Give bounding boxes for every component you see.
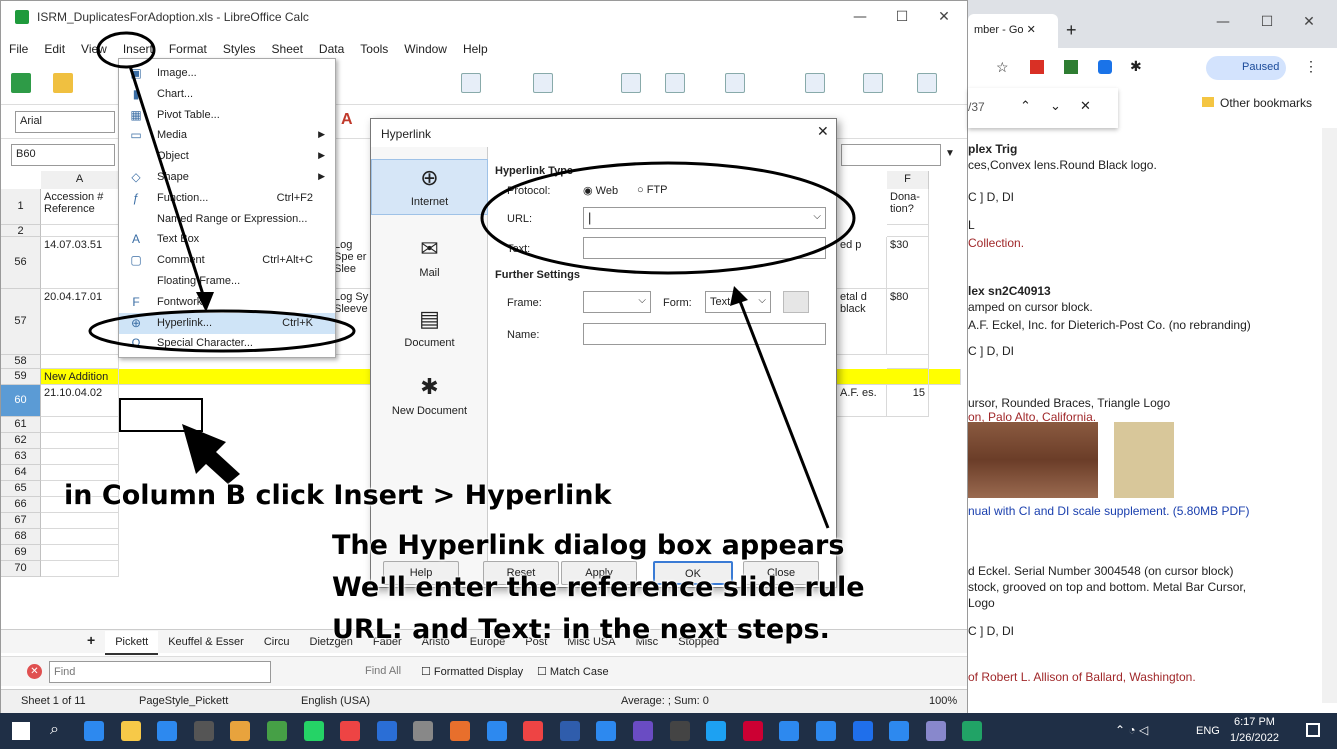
taskbar-app-icon[interactable]	[779, 721, 800, 741]
clock-time[interactable]: 6:17 PM	[1234, 716, 1275, 728]
taskbar-app-icon[interactable]	[962, 721, 983, 741]
taskbar-app-icon[interactable]	[706, 721, 727, 741]
taskbar-app-icon[interactable]	[486, 721, 507, 741]
taskbar-app-icon[interactable]	[230, 721, 251, 741]
taskbar-app-icon[interactable]	[925, 721, 946, 741]
network-icon[interactable]: ⌃ ◔ ◁	[1115, 723, 1148, 737]
clock-date[interactable]: 1/26/2022	[1230, 732, 1279, 744]
input-language[interactable]: ENG	[1196, 725, 1220, 737]
taskbar-app-icon[interactable]	[669, 721, 690, 741]
taskbar-app-icon[interactable]	[742, 721, 763, 741]
cell-arrow	[182, 424, 240, 484]
taskbar-app-icon[interactable]	[523, 721, 544, 741]
taskbar-app-icon[interactable]	[596, 721, 617, 741]
selected-cell-b60	[119, 398, 203, 432]
taskbar-app-icon[interactable]	[413, 721, 434, 741]
insert-arrow-head	[196, 292, 214, 312]
dialog-arrow-head	[730, 286, 748, 306]
url-text-highlight-ring	[480, 161, 856, 275]
taskbar-app-icon[interactable]	[559, 721, 580, 741]
notification-icon[interactable]	[1306, 723, 1320, 737]
taskbar-app-icon[interactable]	[889, 721, 910, 741]
insert-highlight-ring	[96, 31, 156, 69]
annotation-line-3: We'll enter the reference slide rule	[332, 572, 866, 604]
taskbar-app-icon[interactable]	[157, 721, 178, 741]
dialog-arrow-line	[736, 295, 830, 529]
taskbar-app-icon[interactable]	[84, 721, 104, 741]
annotation-line-4: URL: and Text: in the next steps.	[332, 614, 831, 646]
annotation-line-2: The Hyperlink dialog box appears	[331, 530, 845, 562]
taskbar-app-icon[interactable]	[852, 721, 873, 741]
taskbar-app-icon[interactable]	[816, 721, 836, 741]
taskbar-app-icon[interactable]	[376, 721, 397, 741]
taskbar-app-icon[interactable]	[267, 721, 287, 741]
annotation-line-1: in Column B click Insert > Hyperlink	[63, 480, 612, 512]
hyperlink-highlight-ring	[88, 309, 356, 353]
taskbar-app-icon[interactable]	[303, 721, 324, 741]
windows-taskbar: ⌕ ⌃ ◔ ◁ ENG 6:17 PM 1/26/2022	[0, 713, 1337, 749]
search-icon[interactable]: ⌕	[50, 721, 59, 739]
insert-arrow-line	[128, 65, 208, 305]
taskbar-app-icon[interactable]	[120, 721, 141, 741]
taskbar-app-icon[interactable]	[340, 721, 361, 741]
windows-start-icon[interactable]	[12, 722, 30, 740]
taskbar-app-icon[interactable]	[633, 721, 653, 741]
taskbar-app-icon[interactable]	[193, 721, 214, 741]
taskbar-app-icon[interactable]	[450, 721, 470, 741]
